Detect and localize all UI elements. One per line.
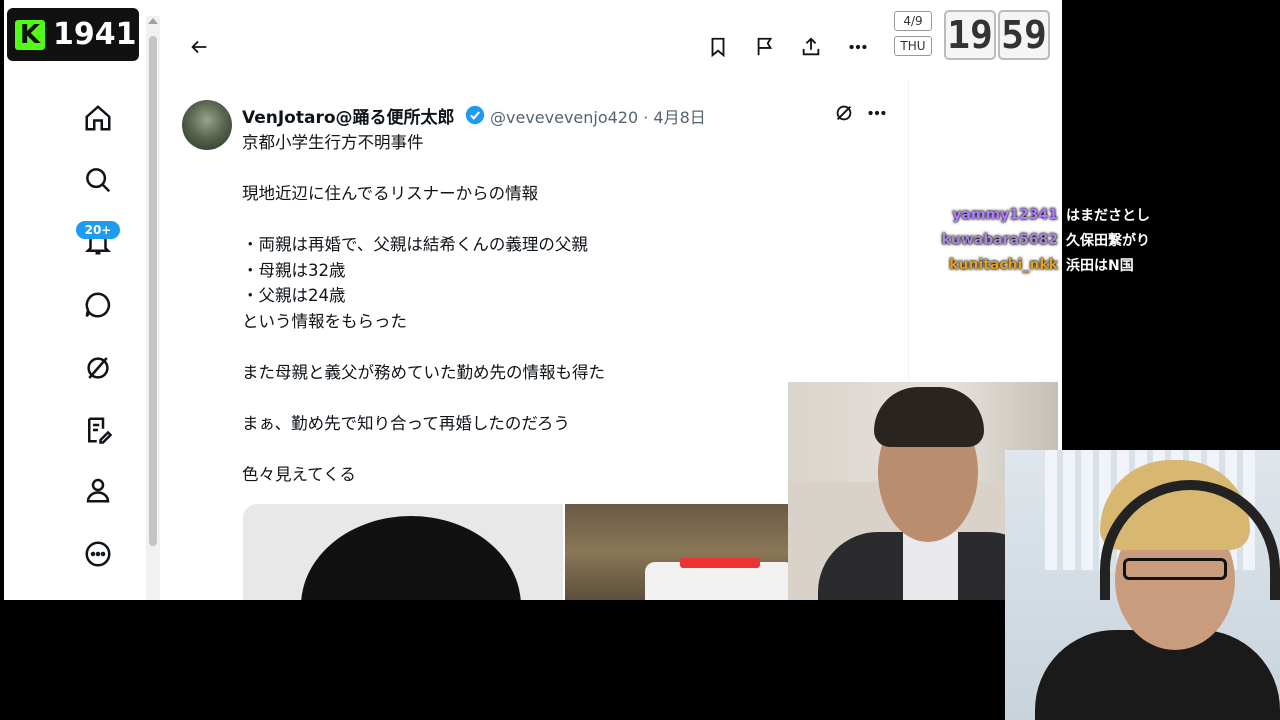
viewer-count: 1941 <box>53 17 137 52</box>
tweet-line: 色々見えてくる <box>242 464 356 484</box>
chat-message: kuwabara5682 久保田繋がり <box>900 227 1280 252</box>
clock-hour: 19 <box>944 10 996 60</box>
tweet-more-icon[interactable] <box>862 98 892 128</box>
weekday-label: THU <box>894 36 932 56</box>
tweet-line: ・父親は24歳 <box>242 286 346 305</box>
author-handle-and-date[interactable]: @vevevevenjo420 · 4月8日 <box>490 104 706 128</box>
tweet-line <box>242 156 842 182</box>
more-circle-icon[interactable] <box>78 534 118 574</box>
notes-icon[interactable] <box>78 410 118 450</box>
image-subject <box>301 516 521 600</box>
tweet-line <box>242 385 842 411</box>
share-icon[interactable] <box>796 32 826 62</box>
guest-hair <box>874 387 984 447</box>
chat-overlay: yammy12341 はまださとし kuwabara5682 久保田繋がり ku… <box>900 202 1280 277</box>
verified-badge-icon <box>465 105 485 125</box>
scroll-thumb[interactable] <box>149 36 157 546</box>
back-arrow-icon[interactable] <box>184 32 214 62</box>
scrollbar[interactable] <box>146 16 160 600</box>
chat-text: はまださとし <box>1066 207 1150 224</box>
notification-badge: 20+ <box>76 221 120 239</box>
grok-explain-icon[interactable] <box>829 98 859 128</box>
chat-text: 浜田はN国 <box>1066 257 1134 274</box>
chat-message: kunitachi_nkk 浜田はN国 <box>900 252 1280 277</box>
flip-clock: 4/9 THU 19 59 <box>890 8 1054 60</box>
chat-username: kunitachi_nkk <box>949 256 1058 273</box>
tweet-line: 京都小学生行方不明事件 <box>242 133 424 152</box>
tweet-image-1[interactable] <box>243 504 563 600</box>
tweet-line <box>242 334 842 360</box>
chat-text: 久保田繋がり <box>1066 232 1150 249</box>
clock-minute: 59 <box>998 10 1050 60</box>
tweet-line: また母親と義父が務めていた勤め先の情報も得た <box>242 362 605 382</box>
viewer-count-badge: K 1941 <box>7 8 139 61</box>
tweet-image-2[interactable] <box>565 504 795 600</box>
more-options-icon[interactable] <box>843 32 873 62</box>
author-avatar[interactable] <box>182 100 232 150</box>
tweet-line <box>242 207 842 233</box>
tweet-text: 京都小学生行方不明事件 現地近辺に住んでるリスナーからの情報 ・両親は再婚で、父… <box>242 130 842 487</box>
chat-username: kuwabara5682 <box>941 231 1058 248</box>
grok-icon[interactable] <box>78 348 118 388</box>
image-police-light <box>680 558 760 568</box>
profile-icon[interactable] <box>78 470 118 510</box>
flag-icon[interactable] <box>750 32 780 62</box>
home-icon[interactable] <box>78 98 118 138</box>
chat-username: yammy12341 <box>952 206 1058 223</box>
kick-logo-icon: K <box>15 19 45 50</box>
date-label: 4/9 <box>894 11 932 31</box>
tweet-line: という情報をもらった <box>242 311 407 331</box>
streamer-webcam <box>1005 450 1280 720</box>
tweet-line: 現地近辺に住んでるリスナーからの情報 <box>242 184 539 203</box>
scroll-up-arrow-icon[interactable] <box>148 18 158 24</box>
tweet-line: まぁ、勤め先で知り合って再婚したのだろう <box>242 413 570 433</box>
kick-logo-glyph: K <box>19 19 41 50</box>
tweet-line: ・両親は再婚で、父親は結希くんの義理の父親 <box>242 235 588 254</box>
chat-message: yammy12341 はまださとし <box>900 202 1280 227</box>
tweet-line: ・母親は32歳 <box>242 260 346 280</box>
messages-icon[interactable] <box>78 285 118 325</box>
sidebar-nav: 20+ <box>4 0 146 600</box>
search-icon[interactable] <box>78 160 118 200</box>
guest-shirt <box>903 532 958 600</box>
bookmark-icon[interactable] <box>703 32 733 62</box>
tweet-line <box>242 436 842 462</box>
author-name[interactable]: VenJotaro@踊る便所太郎 <box>242 103 455 128</box>
